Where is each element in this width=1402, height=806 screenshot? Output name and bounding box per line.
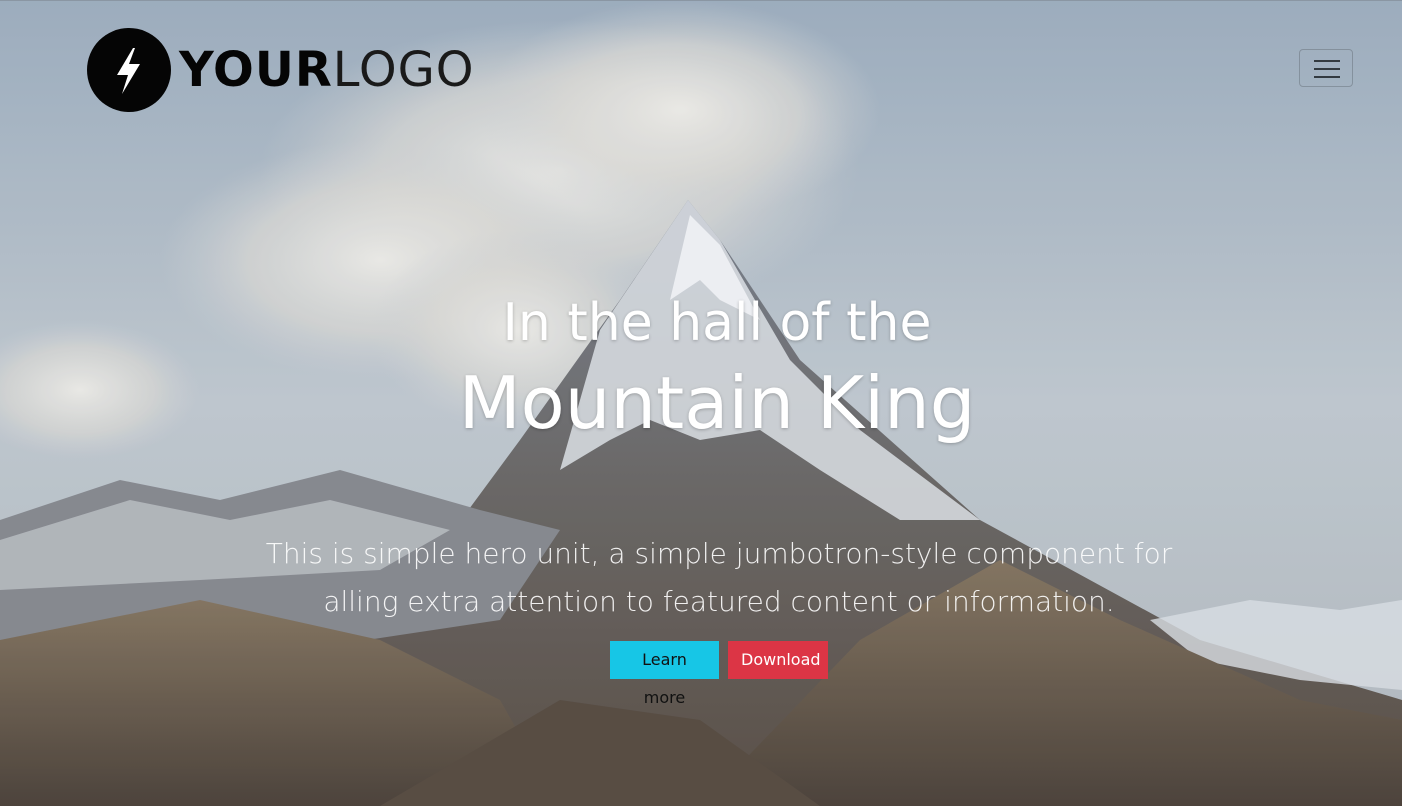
hamburger-menu-icon-bar bbox=[1314, 76, 1340, 78]
logo-badge bbox=[87, 28, 171, 112]
brand-logo[interactable]: YOURLOGO bbox=[87, 28, 475, 112]
hero-lead-text: This is simple hero unit, a simple jumbo… bbox=[0, 530, 1402, 626]
hamburger-menu-icon-bar bbox=[1314, 68, 1340, 70]
hero-content: In the hall of the Mountain King bbox=[0, 288, 1402, 448]
hero-lead-line-2: alling extra attention to featured conte… bbox=[323, 585, 1115, 618]
logo-text-bold: YOUR bbox=[179, 42, 333, 98]
hamburger-menu-icon-bar bbox=[1314, 60, 1340, 62]
hero-lead-line-1: This is simple hero unit, a simple jumbo… bbox=[265, 537, 1173, 570]
hero-actions: Learn more Download bbox=[610, 641, 828, 707]
hero-title: Mountain King bbox=[458, 361, 976, 445]
menu-toggle-button[interactable] bbox=[1299, 49, 1353, 87]
download-button[interactable]: Download bbox=[728, 641, 828, 679]
top-border bbox=[0, 0, 1402, 1]
hero-section: YOURLOGO In the hall of the Mountain Kin… bbox=[0, 0, 1402, 806]
lightning-bolt-icon bbox=[117, 48, 140, 94]
logo-wordmark: YOURLOGO bbox=[179, 28, 475, 112]
learn-more-button[interactable]: Learn more bbox=[610, 641, 719, 707]
hero-subtitle: In the hall of the bbox=[502, 293, 932, 353]
logo-text-light: LOGO bbox=[332, 42, 475, 98]
